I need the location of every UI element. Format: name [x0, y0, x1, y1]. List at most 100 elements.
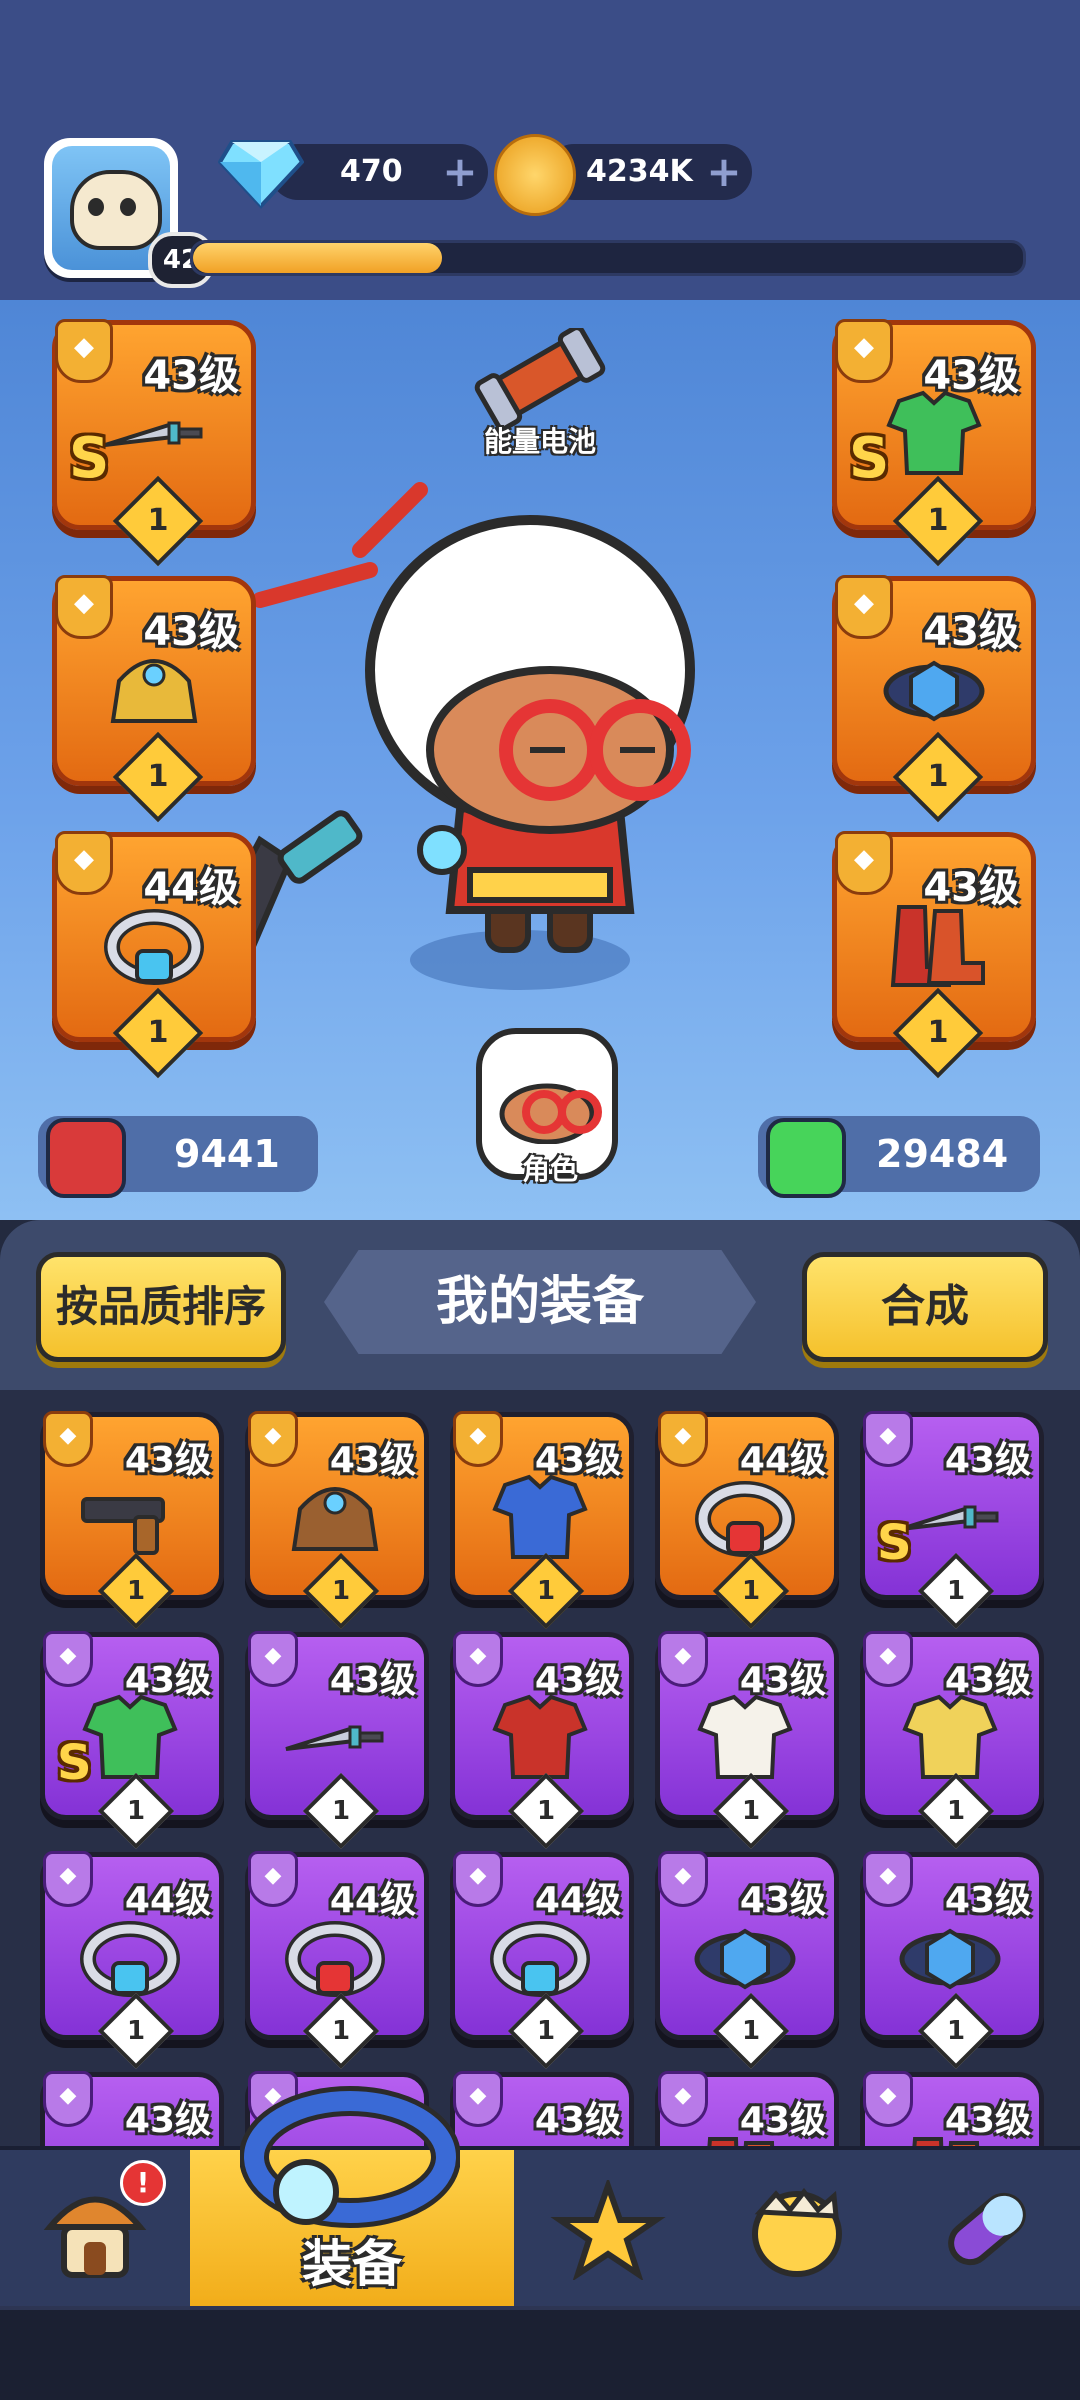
- golden-gauntlet-icon: [99, 641, 209, 737]
- item-count: 1: [126, 1576, 146, 1606]
- equipped-slot-belt[interactable]: ◆ 43级 1: [832, 575, 1036, 823]
- gem-count: 470: [340, 154, 403, 189]
- item-count: 1: [147, 503, 169, 538]
- grade-badge: S: [57, 1735, 92, 1791]
- item-count: 1: [741, 1576, 761, 1606]
- inventory-item[interactable]: ◆ 43级 1: [245, 1631, 429, 1850]
- item-count: 1: [927, 759, 949, 794]
- sort-by-quality-button[interactable]: 按品质排序: [36, 1252, 286, 1362]
- lightning-belt-icon: [690, 1909, 800, 2005]
- star-guns-icon: [550, 2180, 666, 2280]
- challenge-tab[interactable]: [514, 2150, 706, 2306]
- item-count: 1: [126, 1796, 146, 1826]
- gem-ring-icon: [99, 897, 209, 993]
- necklace-type-icon: ◆: [55, 831, 113, 895]
- inventory-item[interactable]: ◆ 44级 1: [40, 1851, 224, 2070]
- belt-type-icon: ◆: [835, 575, 893, 639]
- item-type-icon: ◆: [248, 1411, 298, 1467]
- inventory-item[interactable]: ◆ 43级 1: [245, 1411, 429, 1630]
- coin-icon: [494, 134, 576, 216]
- silver-ring-icon: [75, 1909, 185, 2005]
- white-robe-icon: [690, 1689, 800, 1785]
- item-type-icon: ◆: [43, 1631, 93, 1687]
- inventory-item[interactable]: ◆ 43级 1: [860, 1851, 1044, 2070]
- item-count: 1: [126, 2016, 146, 2046]
- blue-cape-icon: [485, 1469, 595, 1565]
- grade-badge: S: [69, 426, 110, 491]
- ring-icon: [240, 2086, 460, 2228]
- item-type-icon: ◆: [43, 2071, 93, 2127]
- equipped-slot-weapon[interactable]: ◆ 43级 S 1: [52, 319, 256, 567]
- item-count: 1: [536, 2016, 556, 2046]
- item-count: 1: [536, 1576, 556, 1606]
- equipped-slot-gloves[interactable]: ◆ 43级 1: [52, 575, 256, 823]
- item-count: 1: [147, 759, 169, 794]
- health-value: 29484: [876, 1132, 1009, 1176]
- inventory-item[interactable]: ◆ 44级 1: [450, 1851, 634, 2070]
- pistol-icon: [75, 1469, 185, 1565]
- pets-tab[interactable]: [702, 2150, 896, 2306]
- inventory-item[interactable]: ◆ 43级 S 1: [860, 1411, 1044, 1630]
- chick-egg-icon: [752, 2187, 842, 2277]
- item-type-icon: ◆: [453, 2071, 503, 2127]
- talent-tab[interactable]: [892, 2150, 1080, 2306]
- red-vest-icon: [485, 1689, 595, 1785]
- merge-button[interactable]: 合成: [802, 1252, 1048, 1362]
- ruby-ring-icon: [280, 1909, 390, 2005]
- equipment-tab-label: 装备: [302, 2235, 402, 2293]
- shop-tab[interactable]: [0, 2150, 194, 2306]
- boot-type-icon: ◆: [835, 831, 893, 895]
- add-coins-button[interactable]: +: [706, 151, 742, 193]
- inventory-item[interactable]: ◆ 43级 1: [860, 1631, 1044, 1850]
- gold-coat-icon: [895, 1689, 1005, 1785]
- health-stat: 29484: [758, 1116, 1040, 1198]
- inventory-item[interactable]: ◆ 43级 1: [655, 1631, 839, 1850]
- equipped-slot-armor[interactable]: ◆ 43级 S 1: [832, 319, 1036, 567]
- item-type-icon: ◆: [658, 1631, 708, 1687]
- equipped-slot-necklace[interactable]: ◆ 44级 1: [52, 831, 256, 1079]
- grade-badge: S: [877, 1515, 912, 1571]
- item-count: 1: [536, 1796, 556, 1826]
- inventory-item[interactable]: ◆ 43级 1: [450, 1631, 634, 1850]
- red-necklace-icon: [690, 1469, 800, 1565]
- item-type-icon: ◆: [863, 2071, 913, 2127]
- inventory-item[interactable]: ◆ 44级 1: [655, 1411, 839, 1630]
- capsule-icon: [948, 2192, 1026, 2266]
- item-count: 1: [331, 1796, 351, 1826]
- inventory-item[interactable]: ◆ 43级 1: [655, 1851, 839, 2070]
- inventory-item[interactable]: ◆ 43级 1: [450, 1411, 634, 1630]
- shop-notification-badge: !: [120, 2160, 166, 2206]
- my-equipment-title: 我的装备: [324, 1250, 756, 1354]
- gold-amulet-icon: [485, 1909, 595, 2005]
- equipped-slot-boots[interactable]: ◆ 43级 1: [832, 831, 1036, 1079]
- sword-attack-icon: [46, 1118, 126, 1198]
- xp-progress-fill: [193, 243, 442, 273]
- hero-face-icon: [499, 1083, 602, 1144]
- item-count: 1: [741, 1796, 761, 1826]
- inventory-item[interactable]: ◆ 44级 1: [245, 1851, 429, 2070]
- item-type-icon: ◆: [43, 1411, 93, 1467]
- hero-character: [220, 482, 695, 1004]
- add-gems-button[interactable]: +: [442, 151, 478, 193]
- skull-avatar-icon: [70, 170, 162, 250]
- energy-battery-icon[interactable]: [470, 328, 610, 428]
- xp-progress-bar: [190, 240, 1026, 276]
- brown-gauntlet-icon: [280, 1469, 390, 1565]
- attack-value: 9441: [174, 1132, 280, 1176]
- item-count: 1: [946, 1576, 966, 1606]
- item-count: 1: [331, 1576, 351, 1606]
- item-type-icon: ◆: [863, 1411, 913, 1467]
- lightning-belt-icon: [879, 641, 989, 737]
- knife-icon: [280, 1689, 390, 1785]
- inventory-item[interactable]: ◆ 43级 S 1: [40, 1631, 224, 1850]
- item-type-icon: ◆: [658, 1411, 708, 1467]
- item-type-icon: ◆: [453, 1851, 503, 1907]
- role-label: 角色: [521, 1153, 578, 1186]
- system-navigation-bar: [0, 2310, 1080, 2400]
- item-count: 1: [147, 1015, 169, 1050]
- item-count: 1: [946, 2016, 966, 2046]
- coin-count: 4234K: [586, 154, 693, 189]
- item-type-icon: ◆: [43, 1851, 93, 1907]
- inventory-item[interactable]: ◆ 43级 1: [40, 1411, 224, 1630]
- glove-type-icon: ◆: [55, 575, 113, 639]
